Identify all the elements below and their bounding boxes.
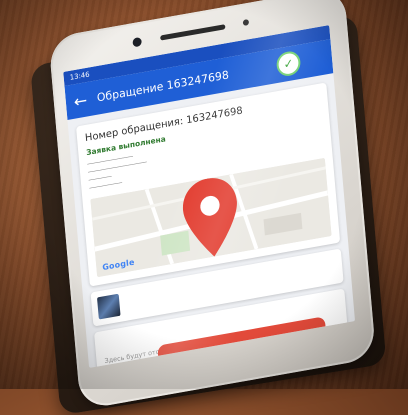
phone-screen: 13:46 ← Обращение 163247698 ✓ Номер обра…: [63, 25, 356, 368]
front-camera: [132, 36, 142, 48]
proximity-sensor: [242, 18, 250, 27]
photo-thumbnail[interactable]: [96, 293, 121, 320]
status-time: 13:46: [69, 70, 90, 82]
arrow-left-icon[interactable]: ←: [73, 90, 88, 111]
smartphone: 13:46 ← Обращение 163247698 ✓ Номер обра…: [48, 0, 377, 411]
earpiece-speaker: [160, 24, 226, 41]
check-circle-icon: ✓: [275, 49, 302, 78]
